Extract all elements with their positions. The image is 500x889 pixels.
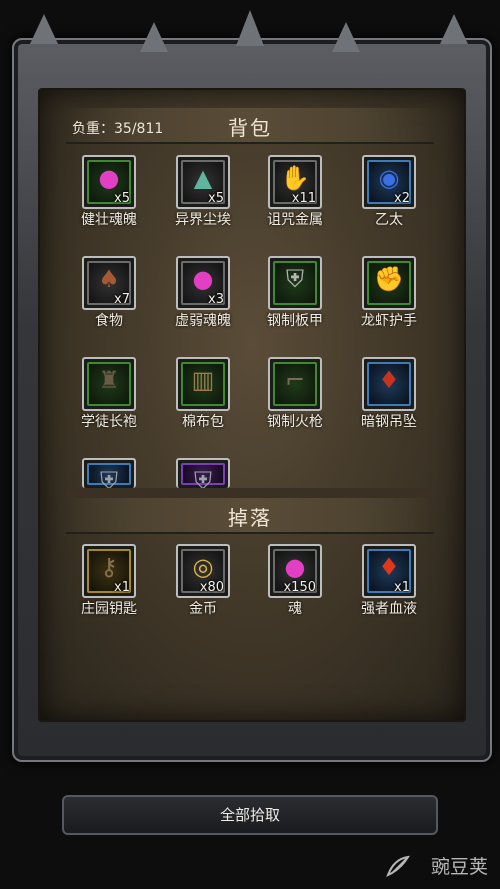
drops-title: 掉落 bbox=[228, 506, 272, 530]
key-icon: ⚷ bbox=[100, 553, 118, 581]
pink-soul-icon: ● bbox=[284, 553, 306, 581]
item-quantity: x7 bbox=[114, 292, 130, 307]
grid-scroll-edge bbox=[66, 488, 434, 498]
item-name: 虚弱魂魄 bbox=[175, 313, 231, 329]
armor-icon: ⛨ bbox=[100, 467, 118, 488]
item-quantity: x150 bbox=[283, 580, 316, 595]
item-slot[interactable]: ● x5 bbox=[82, 155, 136, 209]
item-slot[interactable]: ◉ x2 bbox=[362, 155, 416, 209]
item-slot[interactable]: ✊ bbox=[362, 256, 416, 310]
item-slot[interactable]: ● x150 bbox=[268, 544, 322, 598]
weight-label: 负重：35/811 bbox=[72, 121, 164, 137]
item-name: 龙虾护手 bbox=[361, 313, 417, 329]
frame-ornament bbox=[332, 22, 360, 52]
pickup-all-button[interactable]: 全部拾取 bbox=[62, 795, 438, 835]
item-quantity: x5 bbox=[208, 191, 224, 206]
item-quantity: x5 bbox=[114, 191, 130, 206]
item-slot[interactable]: ▲ x5 bbox=[176, 155, 230, 209]
item-quantity: x80 bbox=[199, 580, 224, 595]
frame-ornament bbox=[30, 14, 58, 44]
item-name: 强者血液 bbox=[361, 601, 417, 617]
robe-icon: ♜ bbox=[98, 366, 120, 394]
pink-soul-icon: ● bbox=[192, 265, 214, 293]
watermark-text: 豌豆荚 bbox=[430, 856, 488, 878]
gold-coins-icon: ◎ bbox=[192, 553, 214, 581]
item-slot[interactable]: ⛨ bbox=[176, 458, 230, 488]
item-name: 暗钢吊坠 bbox=[361, 414, 417, 430]
item-name: 乙太 bbox=[375, 212, 403, 228]
item-slot[interactable]: ♦ x1 bbox=[362, 544, 416, 598]
item-slot[interactable]: ♦ bbox=[362, 357, 416, 411]
gauntlet-icon: ✊ bbox=[374, 265, 404, 293]
musket-icon: ⌐ bbox=[284, 366, 306, 394]
item-slot[interactable]: ⌐ bbox=[268, 357, 322, 411]
frame-ornament bbox=[236, 10, 264, 46]
item-slot[interactable]: ♜ bbox=[82, 357, 136, 411]
cloth-bag-icon: ▥ bbox=[191, 366, 215, 394]
item-quantity: x3 bbox=[208, 292, 224, 307]
plate-armor-icon: ⛨ bbox=[286, 265, 304, 293]
item-slot[interactable]: ◎ x80 bbox=[176, 544, 230, 598]
drops-title-bar: 掉落 bbox=[66, 498, 434, 534]
item-name: 诅咒金属 bbox=[267, 212, 323, 228]
meat-icon: ♠ bbox=[98, 265, 120, 293]
item-slot[interactable]: ⚷ x1 bbox=[82, 544, 136, 598]
pendant-icon: ♦ bbox=[378, 366, 400, 394]
item-name: 魂 bbox=[288, 601, 302, 617]
item-name: 食物 bbox=[95, 313, 123, 329]
item-name: 钢制板甲 bbox=[267, 313, 323, 329]
blue-orb-icon: ◉ bbox=[378, 164, 400, 192]
armor-icon: ⛨ bbox=[194, 467, 212, 488]
item-slot[interactable]: ⛨ bbox=[82, 458, 136, 488]
item-quantity: x2 bbox=[394, 191, 410, 206]
item-name: 金币 bbox=[189, 601, 217, 617]
item-slot[interactable]: ▥ bbox=[176, 357, 230, 411]
item-name: 学徒长袍 bbox=[81, 414, 137, 430]
pea-pod-logo-icon bbox=[386, 855, 410, 877]
frame-ornament bbox=[440, 14, 468, 44]
item-quantity: x1 bbox=[394, 580, 410, 595]
item-name: 异界尘埃 bbox=[175, 212, 231, 228]
item-quantity: x11 bbox=[291, 191, 316, 206]
item-name: 庄园钥匙 bbox=[81, 601, 137, 617]
blood-crystal-icon: ♦ bbox=[378, 553, 400, 581]
dust-pile-icon: ▲ bbox=[193, 164, 213, 192]
item-slot[interactable]: ⛨ bbox=[268, 256, 322, 310]
frame-ornament bbox=[140, 22, 168, 52]
metal-ore-icon: ✋ bbox=[280, 164, 310, 192]
item-name: 棉布包 bbox=[182, 414, 224, 430]
item-slot[interactable]: ● x3 bbox=[176, 256, 230, 310]
item-slot[interactable]: ✋ x11 bbox=[268, 155, 322, 209]
pink-soul-icon: ● bbox=[98, 164, 120, 192]
item-slot[interactable]: ♠ x7 bbox=[82, 256, 136, 310]
item-name: 钢制火枪 bbox=[267, 414, 323, 430]
item-name: 健壮魂魄 bbox=[81, 212, 137, 228]
item-quantity: x1 bbox=[114, 580, 130, 595]
